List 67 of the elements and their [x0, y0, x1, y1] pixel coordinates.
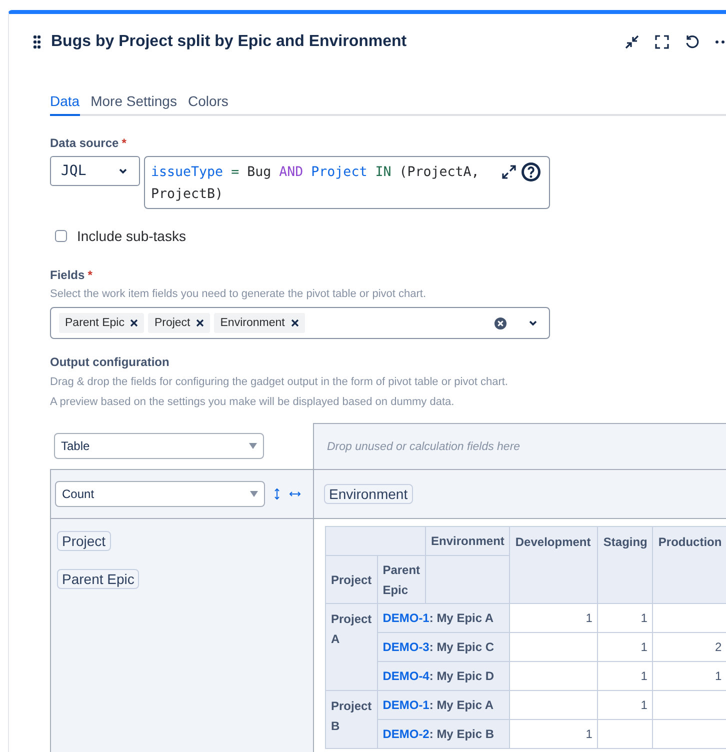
table-cell: 1	[598, 662, 653, 690]
column-header: Environment	[426, 526, 510, 556]
epic-name: : My Epic B	[429, 727, 494, 741]
epic-link[interactable]: DEMO-1	[382, 611, 430, 625]
column-header: Production	[652, 526, 726, 604]
remove-icon[interactable]	[130, 319, 138, 327]
table-cell: 1	[598, 632, 653, 662]
section-hint: A preview based on the settings you make will be displayed based on dummy data.	[50, 395, 456, 410]
table-cell: 2	[652, 632, 726, 662]
query-language-select[interactable]: JQL	[50, 156, 140, 186]
fullscreen-icon[interactable]	[654, 34, 670, 50]
table-cell: 1	[652, 662, 726, 690]
field-chip[interactable]: Project	[57, 531, 111, 551]
column-header: Development	[510, 526, 598, 604]
tag-label: Project	[154, 317, 190, 329]
field-hint: Select the work item fields you need to generate the pivot table or pivot chart.	[50, 287, 428, 302]
tab[interactable]: More Settings	[90, 87, 177, 116]
drop-zone-placeholder: Drop unused or calculation fields here	[327, 440, 520, 452]
caret-icon	[249, 443, 257, 449]
table-cell: 1	[598, 690, 653, 720]
row-header: Project A	[326, 604, 378, 690]
row-header: Project B	[326, 690, 378, 748]
tab[interactable]: Colors	[188, 87, 228, 116]
required-mark: *	[88, 268, 92, 282]
epic-link[interactable]: DEMO-3	[382, 640, 430, 654]
epic-name: : My Epic A	[429, 611, 494, 625]
column-header: Staging	[598, 526, 653, 604]
clear-icon[interactable]	[494, 316, 507, 330]
row-header: Project	[326, 556, 378, 604]
epic-name: : My Epic D	[429, 669, 494, 683]
required-mark: *	[122, 136, 126, 150]
collapse-icon[interactable]	[624, 34, 640, 50]
row-header: Parent Epic	[377, 556, 426, 604]
query-field[interactable]: issueType = Bug AND Project IN (ProjectA, ProjectB)	[144, 156, 550, 209]
drag-handle-icon[interactable]	[33, 35, 41, 49]
remove-icon[interactable]	[290, 319, 299, 327]
field-chip[interactable]: Parent Epic	[57, 569, 140, 589]
expand-icon[interactable]	[501, 164, 517, 180]
remove-icon[interactable]	[196, 319, 204, 327]
table-cell: 1	[510, 720, 598, 748]
caret-icon	[250, 491, 258, 497]
sort-columns-icon[interactable]	[289, 491, 301, 497]
refresh-icon[interactable]	[684, 34, 700, 50]
section-hint: Drag & drop the fields for configuring the gadget output in the form of pivot table or pivot chart.	[50, 375, 509, 390]
epic-link[interactable]: DEMO-2	[382, 727, 430, 741]
renderer-select[interactable]: Table	[54, 433, 264, 459]
help-icon[interactable]	[521, 162, 541, 182]
field-label: Data source	[50, 136, 119, 150]
table-cell: 1	[598, 604, 653, 632]
epic-link[interactable]: DEMO-4	[382, 669, 430, 683]
aggregator-select[interactable]: Count	[55, 481, 265, 507]
field-label: Fields	[50, 268, 85, 282]
query-text: issueType = Bug AND Project IN (ProjectA, ProjectB)	[151, 164, 480, 204]
tag-label: Parent Epic	[65, 317, 124, 329]
field-chip[interactable]: Environment	[324, 484, 413, 504]
epic-name: : My Epic C	[429, 640, 494, 654]
table-cell: 1	[510, 604, 598, 632]
tab[interactable]: Data	[50, 87, 80, 116]
checkbox[interactable]	[55, 230, 67, 242]
epic-name: : My Epic A	[429, 698, 494, 712]
tag-label: Environment	[220, 317, 285, 329]
gadget-title: Bugs by Project split by Epic and Environment	[51, 33, 408, 51]
checkbox-label: Include sub-tasks	[77, 228, 186, 244]
epic-link[interactable]: DEMO-1	[382, 698, 430, 712]
sort-rows-icon[interactable]	[274, 488, 280, 500]
section-label: Output configuration	[50, 355, 170, 369]
fields-select[interactable]: Parent Epic Project Environment	[50, 307, 550, 339]
